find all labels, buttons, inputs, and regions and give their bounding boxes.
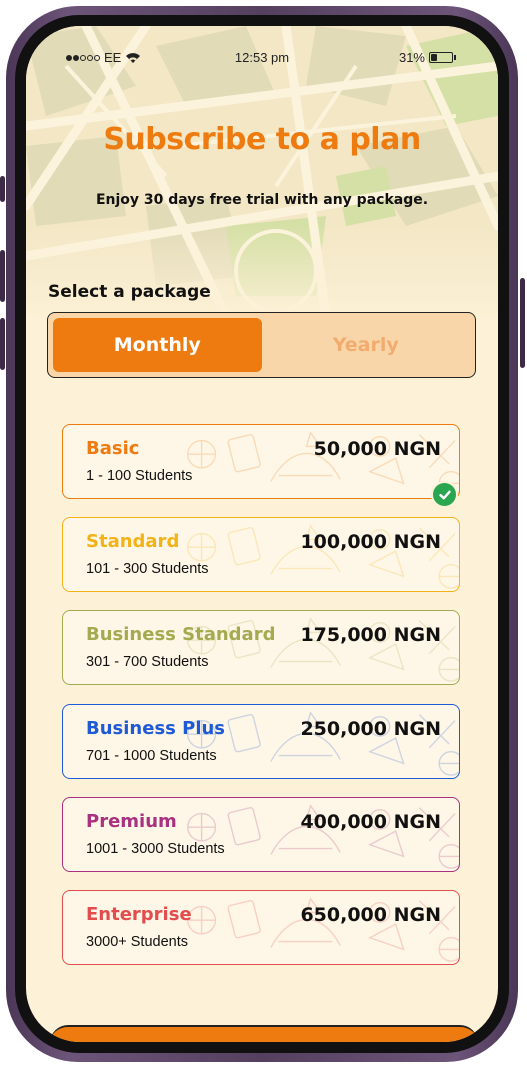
plan-list: Basic 1 - 100 Students 50,000 NGN Standa… [62, 424, 460, 983]
tab-monthly[interactable]: Monthly [53, 318, 262, 372]
battery-group: 31% [399, 50, 456, 65]
continue-button[interactable] [50, 1025, 478, 1042]
page-title: Subscribe to a plan [103, 122, 421, 157]
map-fade [26, 226, 498, 326]
plan-price: 100,000 NGN [300, 531, 441, 554]
plan-range: 701 - 1000 Students [86, 747, 217, 764]
battery-percent: 31% [398, 50, 425, 65]
plan-price: 175,000 NGN [300, 624, 441, 647]
plan-range: 1 - 100 Students [86, 468, 193, 484]
doodle-pattern [187, 431, 459, 496]
doodle-pattern [187, 803, 459, 869]
plan-name: Enterprise [86, 903, 192, 925]
plan-card-premium[interactable]: Premium 1001 - 3000 Students 400,000 NGN [62, 796, 460, 872]
app-screen: EE 12:53 pm 31% Subscribe to a plan Enjo… [26, 26, 498, 1042]
plan-name: Standard [86, 531, 180, 553]
select-package-label: Select a package [48, 282, 211, 302]
doodle-pattern [187, 897, 459, 962]
doodle-pattern [187, 710, 459, 776]
volume-up-button [0, 250, 5, 302]
plan-card-basic[interactable]: Basic 1 - 100 Students 50,000 NGN [62, 424, 460, 499]
plan-range: 101 - 300 Students [86, 561, 209, 578]
plan-price: 50,000 NGN [313, 438, 441, 460]
plan-name: Business Plus [86, 717, 226, 739]
selected-check-icon [431, 481, 458, 508]
plan-price: 650,000 NGN [300, 903, 441, 926]
power-button [520, 278, 525, 368]
billing-period-toggle: Monthly Yearly [47, 312, 476, 378]
battery-icon [429, 52, 453, 63]
plan-range: 1001 - 3000 Students [86, 840, 225, 857]
plan-range: 3000+ Students [86, 933, 188, 950]
plan-range: 301 - 700 Students [86, 654, 209, 671]
plan-card-standard[interactable]: Standard 101 - 300 Students 100,000 NGN [62, 517, 460, 593]
plan-card-enterprise[interactable]: Enterprise 3000+ Students 650,000 NGN [62, 889, 460, 965]
doodle-pattern [187, 617, 459, 683]
phone-bezel: EE 12:53 pm 31% Subscribe to a plan Enjo… [15, 15, 509, 1053]
volume-down-button [0, 318, 5, 370]
plan-name: Premium [86, 810, 177, 832]
mute-switch [0, 176, 5, 202]
plan-name: Basic [86, 438, 140, 459]
doodle-pattern [187, 524, 459, 589]
tab-yearly[interactable]: Yearly [262, 318, 471, 372]
plan-price: 250,000 NGN [300, 717, 441, 740]
status-bar: EE 12:53 pm 31% [26, 48, 498, 68]
page-subtitle: Enjoy 30 days free trial with any packag… [95, 192, 429, 208]
plan-price: 400,000 NGN [300, 810, 441, 833]
plan-name: Business Standard [86, 624, 276, 646]
plan-card-business-standard[interactable]: Business Standard 301 - 700 Students 175… [62, 610, 460, 686]
plan-card-business-plus[interactable]: Business Plus 701 - 1000 Students 250,00… [62, 703, 460, 779]
phone-frame: EE 12:53 pm 31% Subscribe to a plan Enjo… [6, 6, 518, 1062]
